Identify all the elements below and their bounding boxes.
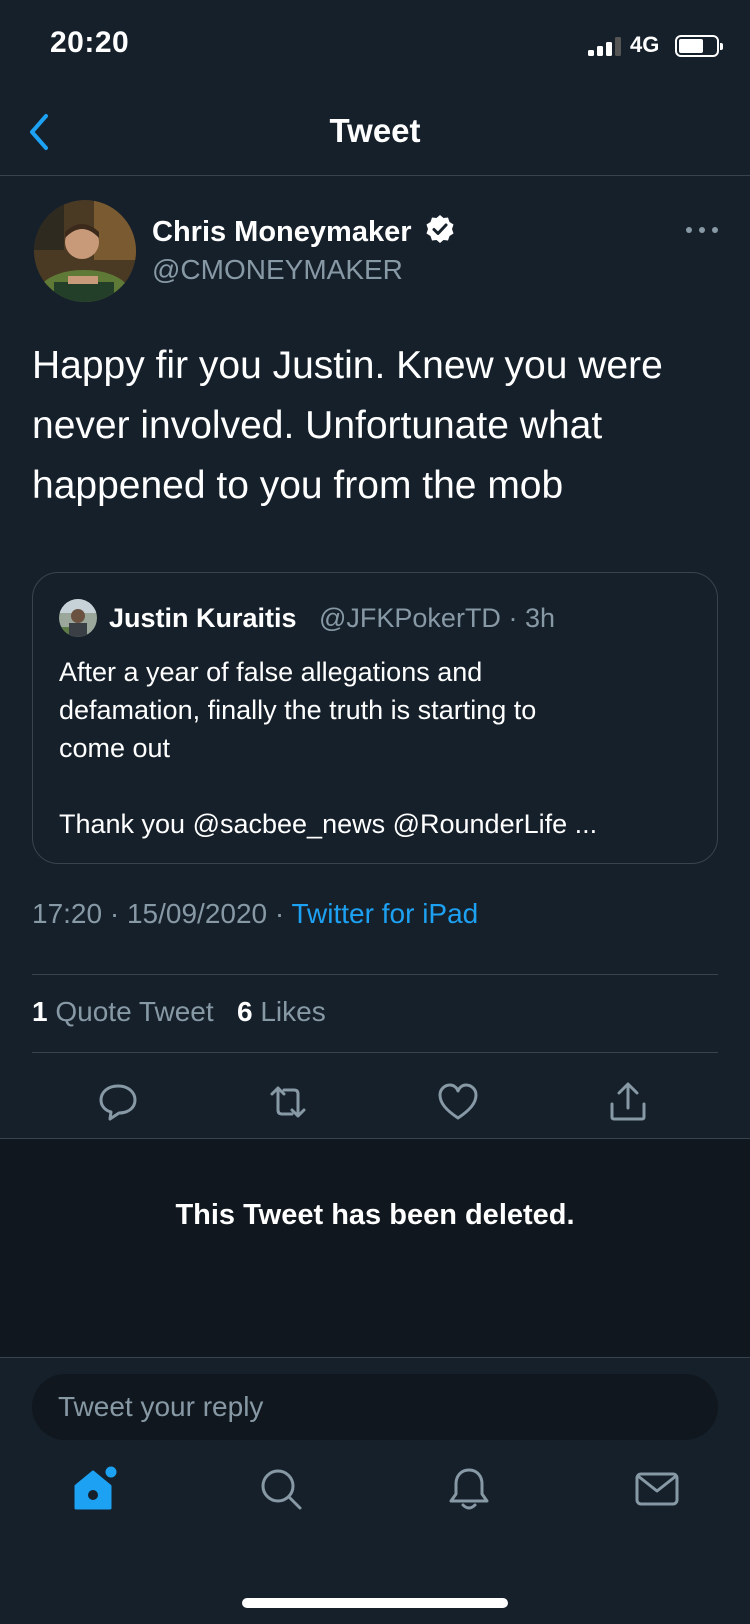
reply-placeholder: Tweet your reply [58,1391,264,1422]
likes-count: 6 [236,996,253,1027]
quoted-author-avatar [59,599,97,637]
author-handle[interactable]: @CMONEYMAKER [152,254,403,286]
quoted-author-name: Justin Kuraitis [109,603,297,633]
divider [32,974,718,975]
home-icon [74,1466,117,1510]
deleted-tweet-notice: This Tweet has been deleted. [0,1138,750,1358]
tweet-text-line: happened to you from the mob [32,464,564,507]
quote-tweet-label: Quote Tweet [55,996,214,1027]
tweet-stats: 1 Quote Tweet 6 Likes [32,996,326,1028]
tweet-timestamp: 17:20 · 15/09/2020 · Twitter for iPad [32,898,479,929]
share-icon [610,1082,646,1121]
network-label: 4G [630,32,660,57]
quoted-author-handle: @JFKPokerTD [319,603,501,633]
quoted-text-line [59,767,699,805]
verified-badge-icon [426,215,454,243]
tweet-source-link[interactable]: Twitter for iPad [292,898,479,929]
quoted-text-line: Thank you @sacbee_news @RounderLife ... [59,809,598,839]
divider [32,1052,718,1053]
deleted-tweet-text: This Tweet has been deleted. [175,1199,575,1231]
tweet-text-line: Happy fir you Justin. Knew you were [32,344,663,387]
share-button[interactable] [606,1080,650,1124]
quote-tweet-count: 1 [32,996,48,1027]
status-time: 20:20 [50,26,130,59]
reply-icon [99,1084,137,1121]
retweet-icon [270,1086,306,1118]
tweet-time: 17:20 [32,898,103,929]
more-options-button[interactable] [682,220,722,240]
like-button[interactable] [436,1080,480,1124]
status-bar: 20:20 4G [0,0,750,90]
tweet-date: 15/09/2020 [126,898,268,929]
quoted-text-line: defamation, finally the truth is startin… [59,695,537,725]
author-avatar[interactable] [34,200,136,302]
quoted-tweet-text: After a year of false allegations and de… [59,653,699,843]
nav-bar: Tweet [0,90,750,176]
likes-label: Likes [260,996,326,1027]
retweet-button[interactable] [266,1080,310,1124]
tweet-text-line: never involved. Unfortunate what [32,404,603,447]
signal-icon [588,36,624,56]
likes-stat[interactable]: 6 Likes [237,996,326,1027]
tab-messages[interactable] [632,1464,682,1514]
tab-bar [0,1464,750,1554]
reply-button[interactable] [96,1080,140,1124]
tweet-actions [0,1080,750,1140]
quoted-meta: @JFKPokerTD · 3h [319,603,555,633]
search-icon [261,1469,302,1510]
author-name[interactable]: Chris Moneymaker [152,216,412,249]
home-indicator[interactable] [242,1598,508,1608]
more-icon [686,227,718,233]
quoted-text-line: come out [59,733,171,763]
quoted-text-line: After a year of false allegations and [59,657,483,687]
mail-icon [635,1472,679,1506]
tab-search[interactable] [256,1464,306,1514]
bell-icon [449,1468,489,1510]
tab-notifications[interactable] [444,1464,494,1514]
page-title: Tweet [329,112,421,149]
tab-home[interactable] [70,1464,120,1514]
quoted-age: 3h [524,603,555,633]
quote-tweets-stat[interactable]: 1 Quote Tweet [32,996,214,1027]
battery-icon [675,35,723,57]
heart-icon [438,1083,478,1120]
tweet-text: Happy fir you Justin. Knew you were neve… [32,336,722,516]
reply-input[interactable]: Tweet your reply [32,1374,718,1440]
quoted-tweet-card[interactable]: Justin Kuraitis @JFKPokerTD · 3h After a… [32,572,718,864]
